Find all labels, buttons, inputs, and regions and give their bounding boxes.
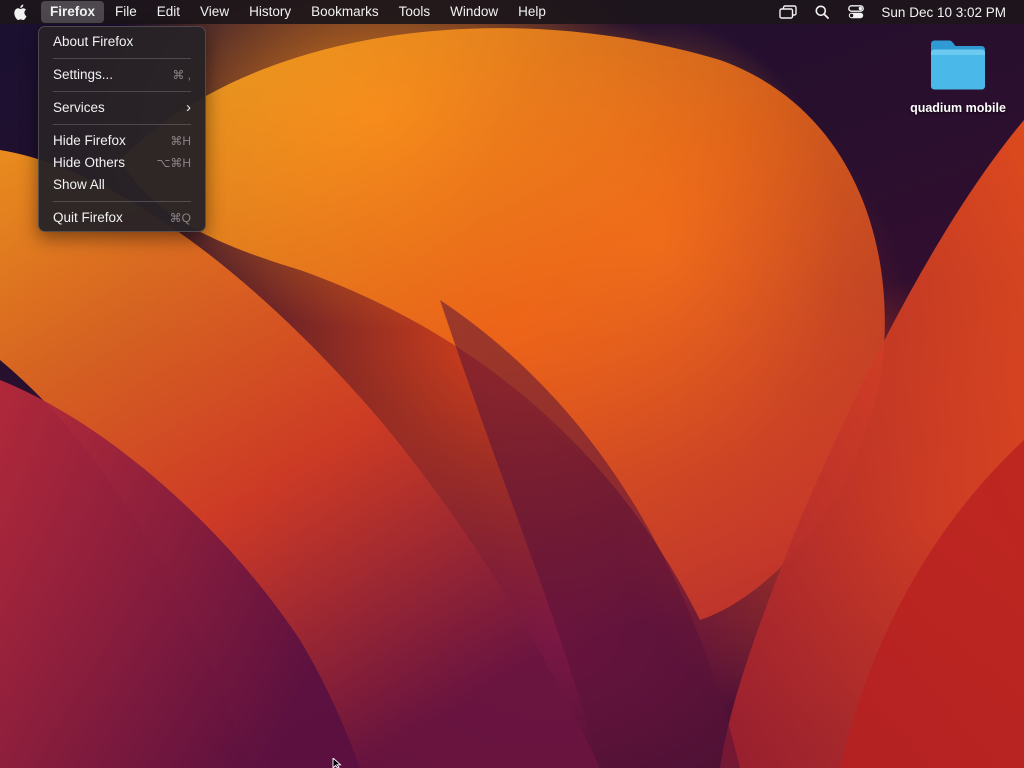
menu-item-label: Settings... (53, 67, 114, 82)
screen-mirroring-icon[interactable] (771, 0, 805, 24)
chevron-right-icon: › (186, 99, 191, 116)
menu-separator (53, 91, 191, 92)
desktop[interactable]: Firefox File Edit View History Bookmarks… (0, 0, 1024, 768)
folder-icon (931, 40, 985, 90)
menu-item-label: Hide Others (53, 155, 126, 170)
menu-firefox[interactable]: Firefox (41, 1, 105, 23)
menu-window[interactable]: Window (441, 1, 507, 23)
desktop-folder-quadium-mobile[interactable]: quadium mobile (906, 38, 1010, 115)
menu-bar: Firefox File Edit View History Bookmarks… (0, 0, 1024, 24)
menu-tools[interactable]: Tools (390, 1, 440, 23)
menu-item-quit-firefox[interactable]: Quit Firefox ⌘Q (39, 207, 205, 229)
mouse-cursor-icon (332, 758, 342, 768)
menu-edit[interactable]: Edit (148, 1, 189, 23)
menu-file[interactable]: File (106, 1, 146, 23)
menu-help[interactable]: Help (509, 1, 555, 23)
search-icon[interactable] (805, 0, 839, 24)
menu-view[interactable]: View (191, 1, 238, 23)
menu-item-shortcut: ⌘Q (169, 211, 191, 225)
menu-item-services[interactable]: Services › (39, 97, 205, 119)
menu-item-show-all[interactable]: Show All (39, 174, 205, 196)
menu-item-about-firefox[interactable]: About Firefox (39, 31, 205, 53)
apple-logo-icon[interactable] (0, 0, 40, 24)
menu-history[interactable]: History (240, 1, 300, 23)
menu-item-label: About Firefox (53, 34, 134, 49)
menu-separator (53, 58, 191, 59)
menu-item-label: Quit Firefox (53, 210, 123, 225)
menu-item-label: Show All (53, 177, 105, 192)
menu-item-shortcut: ⌘ , (172, 68, 191, 82)
menu-item-label: Hide Firefox (53, 133, 126, 148)
menu-bar-clock[interactable]: Sun Dec 10 3:02 PM (873, 5, 1024, 20)
menu-separator (53, 124, 191, 125)
menu-item-hide-firefox[interactable]: Hide Firefox ⌘H (39, 130, 205, 152)
menu-bookmarks[interactable]: Bookmarks (302, 1, 388, 23)
folder-label: quadium mobile (910, 101, 1006, 115)
menu-item-shortcut: ⌥⌘H (156, 156, 192, 170)
menu-separator (53, 201, 191, 202)
menu-item-hide-others[interactable]: Hide Others ⌥⌘H (39, 152, 205, 174)
menu-item-settings[interactable]: Settings... ⌘ , (39, 64, 205, 86)
menu-item-label: Services (53, 100, 105, 115)
menu-item-shortcut: ⌘H (170, 134, 191, 148)
control-center-icon[interactable] (839, 0, 873, 24)
firefox-app-menu: About Firefox Settings... ⌘ , Services ›… (38, 26, 206, 232)
